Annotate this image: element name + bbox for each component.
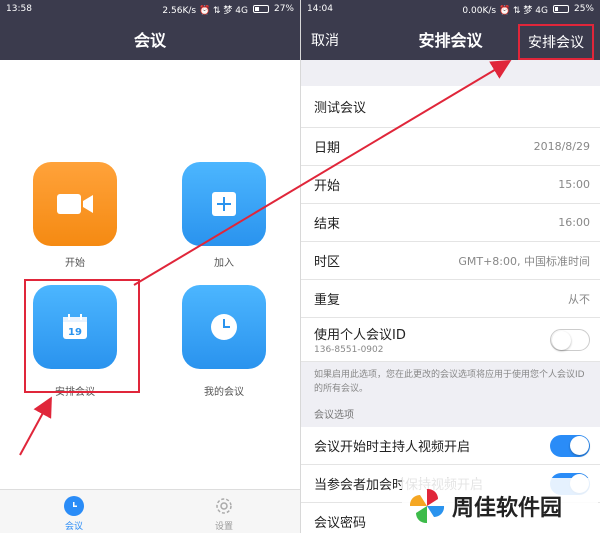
watermark: 周佳软件园: [402, 478, 598, 533]
pmi-row: 使用个人会议ID 136-8551-0902: [301, 318, 600, 362]
nav-bar: 会议: [0, 18, 300, 60]
date-value: 2018/8/29: [533, 140, 590, 153]
join-meeting-label: 加入: [214, 258, 234, 269]
battery-icon: [252, 5, 269, 13]
status-bar: 13:58 2.56K/s ⏰ ⇅ 梦 4G 27%: [0, 0, 300, 18]
topic-value: 测试会议: [314, 101, 367, 116]
pmi-label: 使用个人会议ID: [314, 328, 406, 343]
end-row[interactable]: 结束 16:00: [301, 204, 600, 242]
gear-icon: [214, 496, 234, 516]
start-meeting-label: 开始: [65, 258, 85, 269]
cancel-button[interactable]: 取消: [311, 30, 339, 50]
topic-field[interactable]: 测试会议: [301, 86, 600, 128]
start-value: 15:00: [558, 178, 590, 191]
battery-level: 27%: [273, 4, 294, 14]
video-camera-icon: [57, 194, 93, 214]
status-time: 14:04: [307, 4, 333, 14]
meetings-home-screen: 13:58 2.56K/s ⏰ ⇅ 梦 4G 27% 会议 开始 加入 19 安…: [0, 0, 300, 533]
status-bar: 14:04 0.00K/s ⏰ ⇅ 梦 4G 25%: [301, 0, 600, 18]
watermark-text: 周佳软件园: [452, 495, 563, 521]
divider: [301, 60, 600, 86]
end-value: 16:00: [558, 216, 590, 229]
highlight-box-schedule: [24, 279, 140, 393]
start-label: 开始: [314, 179, 341, 194]
pmi-note: 如果启用此选项，您在此更改的会议选项将应用于使用您个人会议ID的所有会议。: [301, 362, 600, 402]
pmi-id: 136-8551-0902: [314, 345, 384, 355]
date-label: 日期: [314, 141, 341, 156]
my-meetings-label: 我的会议: [204, 387, 244, 398]
tab-meetings[interactable]: 会议: [54, 496, 94, 532]
status-time: 13:58: [6, 4, 32, 14]
repeat-value: 从不: [568, 292, 590, 306]
repeat-row[interactable]: 重复 从不: [301, 280, 600, 318]
battery-icon: [552, 5, 569, 13]
timezone-row[interactable]: 时区 GMT+8:00, 中国标准时间: [301, 242, 600, 280]
page-title: 安排会议: [418, 31, 483, 50]
host-video-label: 会议开始时主持人视频开启: [314, 440, 471, 455]
start-row[interactable]: 开始 15:00: [301, 166, 600, 204]
join-meeting-button[interactable]: [182, 162, 266, 246]
status-indicators: 0.00K/s ⏰ ⇅ 梦 4G: [462, 5, 548, 16]
schedule-meeting-screen: 14:04 0.00K/s ⏰ ⇅ 梦 4G 25% 取消 安排会议 安排会议 …: [300, 0, 600, 533]
password-label: 会议密码: [314, 516, 367, 531]
my-meetings-tile[interactable]: 我的会议: [182, 285, 266, 398]
tab-meetings-label: 会议: [64, 522, 83, 532]
home-grid: 开始 加入 19 安排会议 我的会议: [0, 60, 300, 489]
status-indicators: 2.56K/s ⏰ ⇅ 梦 4G: [162, 5, 248, 16]
tab-settings-label: 设置: [214, 522, 233, 532]
nav-bar: 取消 安排会议 安排会议: [301, 18, 600, 60]
host-video-toggle[interactable]: [550, 434, 590, 457]
my-meetings-button[interactable]: [182, 285, 266, 369]
join-meeting-tile[interactable]: 加入: [182, 162, 266, 269]
battery-level: 25%: [573, 4, 594, 14]
clock-icon: [211, 314, 237, 340]
plus-icon: [212, 192, 236, 216]
timezone-value: GMT+8:00, 中国标准时间: [458, 254, 590, 268]
end-label: 结束: [314, 217, 341, 232]
pmi-toggle[interactable]: [550, 328, 590, 351]
repeat-label: 重复: [314, 293, 341, 308]
host-video-row: 会议开始时主持人视频开启: [301, 427, 600, 465]
schedule-button[interactable]: 安排会议: [518, 24, 594, 60]
timezone-label: 时区: [314, 255, 341, 270]
pinwheel-logo-icon: [409, 488, 445, 523]
date-row[interactable]: 日期 2018/8/29: [301, 128, 600, 166]
start-meeting-tile[interactable]: 开始: [33, 162, 117, 269]
page-title: 会议: [133, 31, 166, 50]
start-meeting-button[interactable]: [33, 162, 117, 246]
clock-icon: [64, 496, 84, 516]
options-header: 会议选项: [301, 402, 600, 427]
tab-settings[interactable]: 设置: [204, 496, 244, 532]
schedule-form: 测试会议 日期 2018/8/29 开始 15:00 结束 16:00 时区 G…: [301, 60, 600, 533]
bottom-tab-bar: 会议 设置: [0, 489, 300, 533]
